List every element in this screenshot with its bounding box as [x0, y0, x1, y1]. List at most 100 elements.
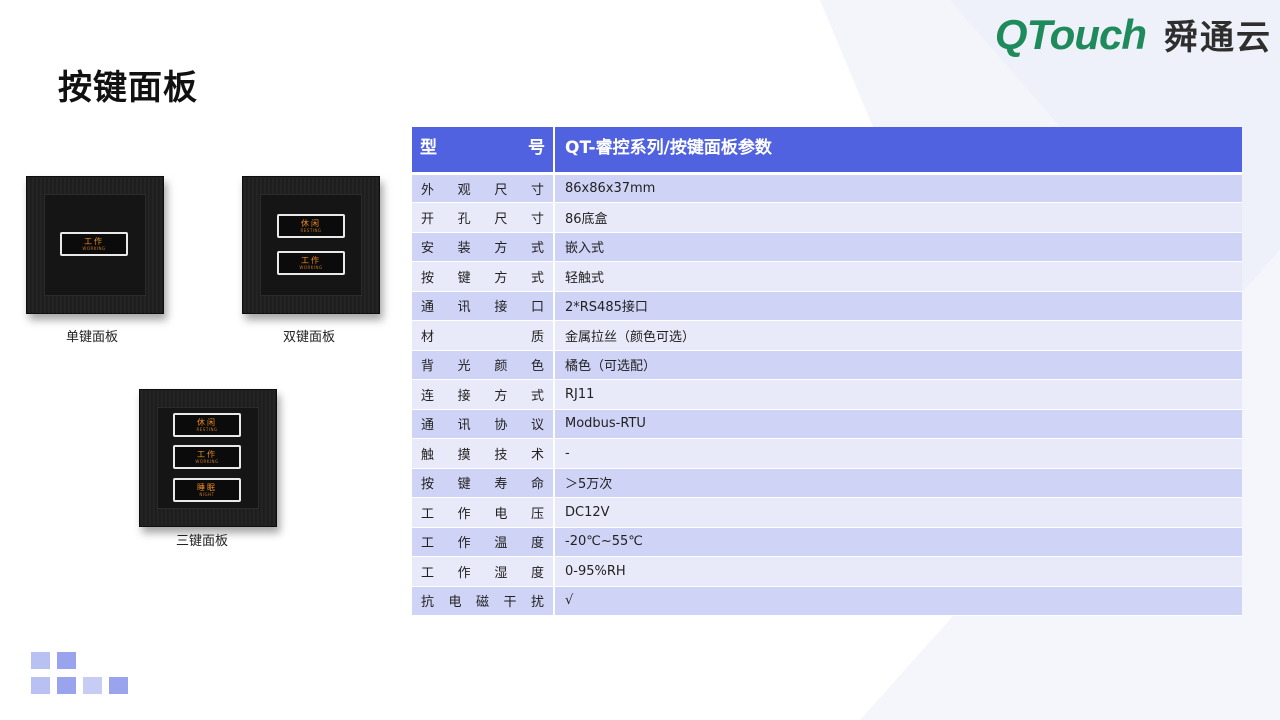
spec-value: 轻触式 [553, 261, 1242, 292]
spec-row: 开 孔 尺 寸 86底盒 [412, 202, 1242, 233]
label-char: 寸 [530, 211, 544, 227]
label-char: 尺 [494, 211, 508, 227]
spec-value: 橘色（可选配） [553, 350, 1242, 380]
key-label-en: WORKING [195, 459, 219, 464]
panel-key-night: 睡眠 NIGHT [173, 478, 241, 502]
spec-value: 0-95%RH [553, 556, 1242, 587]
label-char: 命 [530, 477, 544, 493]
label-char: 式 [530, 388, 544, 404]
spec-value: 嵌入式 [553, 232, 1242, 262]
header-value: QT-睿控系列/按键面板参数 [553, 127, 1242, 175]
spec-value: 金属拉丝（颜色可选） [553, 320, 1242, 351]
decor-square [57, 677, 76, 694]
label-char: 压 [530, 506, 544, 522]
single-key-panel-image: 工作 WORKING [26, 176, 164, 314]
label-char: 寸 [530, 182, 544, 198]
spec-param: 按键寿命 [412, 468, 554, 498]
spec-row: 按 键 寿 命 ＞5万次 [412, 468, 1242, 498]
key-label-en: WORKING [82, 246, 106, 251]
label-char: 颜 [494, 359, 508, 375]
label-char: 开 [421, 211, 435, 227]
label-char: 技 [494, 447, 508, 463]
label-char: 连 [421, 388, 435, 404]
spaced-param-label: 工作湿度 [421, 562, 544, 581]
label-char: 讯 [457, 418, 471, 434]
panel-key-resting: 休闲 RESTING [173, 413, 241, 437]
label-char: 作 [457, 565, 471, 581]
spec-param: 开孔尺寸 [412, 202, 554, 233]
label-char: 背 [421, 359, 435, 375]
label-char: 寿 [494, 477, 508, 493]
spaced-param-label: 工作温度 [421, 532, 544, 551]
label-char: 度 [530, 536, 544, 552]
spec-row: 通 讯 协 议 Modbus-RTU [412, 409, 1242, 439]
double-key-panel-caption: 双键面板 [283, 330, 336, 345]
spaced-param-label: 开孔尺寸 [421, 208, 544, 227]
spec-row: 外 观 尺 寸 86x86x37mm [412, 173, 1242, 203]
spec-row: 按 键 方 式轻触式 [412, 261, 1242, 292]
spaced-header-label: 型号 [420, 133, 553, 158]
key-label-cn: 工作 [84, 237, 104, 246]
spec-row: 连 接 方 式 RJ11 [412, 379, 1242, 410]
spec-row: 材质金属拉丝（颜色可选） [412, 320, 1242, 351]
label-char: 工 [421, 536, 435, 552]
single-key-panel-caption: 单键面板 [66, 330, 119, 345]
spaced-param-label: 连接方式 [421, 385, 544, 404]
label-char: 按 [421, 477, 435, 493]
spaced-param-label: 工作电压 [421, 503, 544, 522]
key-label-cn: 休闲 [301, 219, 321, 228]
triple-key-panel-caption: 三键面板 [176, 534, 229, 549]
label-char: 口 [530, 300, 544, 316]
spaced-param-label: 通讯接口 [421, 296, 544, 315]
decor-square [109, 677, 128, 694]
label-char: 安 [421, 241, 435, 257]
spec-param: 工作湿度 [412, 556, 554, 587]
spaced-param-label: 材质 [421, 326, 544, 345]
key-label-en: RESTING [300, 228, 322, 233]
label-char: 式 [530, 270, 544, 286]
spec-row: 触 摸 技 术- [412, 438, 1242, 469]
spaced-param-label: 触摸技术 [421, 444, 544, 463]
label-char: 磁 [475, 595, 489, 611]
spec-row: 背 光 颜 色橘色（可选配） [412, 350, 1242, 380]
label-char: 按 [421, 270, 435, 286]
panel-key-working: 工作 WORKING [60, 232, 128, 256]
key-label-cn: 工作 [301, 256, 321, 265]
label-char: 扰 [530, 595, 544, 611]
spec-value: 86底盒 [553, 202, 1242, 233]
spec-param: 外观尺寸 [412, 173, 554, 203]
triple-key-panel-image: 休闲 RESTING 工作 WORKING 睡眠 NIGHT [139, 389, 277, 527]
label-char: 接 [457, 388, 471, 404]
spec-table: 型号 QT-睿控系列/按键面板参数 外观尺寸 86x86x37mm 开孔尺寸 86底盒… [412, 127, 1242, 616]
label-char: 装 [457, 241, 471, 257]
spec-param: 工作温度 [412, 527, 554, 557]
label-char: 质 [530, 329, 544, 345]
spaced-param-label: 外观尺寸 [421, 179, 544, 198]
label-char: 作 [457, 506, 471, 522]
spaced-param-label: 抗电磁干扰 [421, 591, 544, 610]
panel-key-working: 工作 WORKING [277, 251, 345, 275]
label-char: 度 [530, 565, 544, 581]
label-char: 摸 [457, 447, 471, 463]
key-label-cn: 休闲 [197, 418, 217, 427]
spec-row: 工 作 湿 度 0-95%RH [412, 556, 1242, 587]
brand-name: QTouch [994, 10, 1147, 58]
label-char: 讯 [457, 300, 471, 316]
spec-value: RJ11 [553, 379, 1242, 410]
spec-value: -20℃~55℃ [553, 527, 1242, 557]
label-char: 议 [530, 418, 544, 434]
spec-row: 工 作 电 压 DC12V [412, 497, 1242, 528]
decor-square [31, 652, 50, 669]
label-char: 色 [530, 359, 544, 375]
label-char: 方 [494, 270, 508, 286]
spec-table-body: 外观尺寸 86x86x37mm 开孔尺寸 86底盒安装方式嵌入式按键方式轻触式通讯接口… [412, 173, 1242, 616]
spec-value: ＞5万次 [553, 468, 1242, 498]
key-label-en: RESTING [196, 427, 218, 432]
spec-value: - [553, 438, 1242, 469]
spec-param: 通讯协议 [412, 409, 554, 439]
spec-param: 工作电压 [412, 497, 554, 528]
spec-param: 材质 [412, 320, 554, 351]
decor-square [31, 677, 50, 694]
spec-table-header: 型号 QT-睿控系列/按键面板参数 [412, 127, 1242, 175]
header-param: 型号 [412, 127, 554, 175]
